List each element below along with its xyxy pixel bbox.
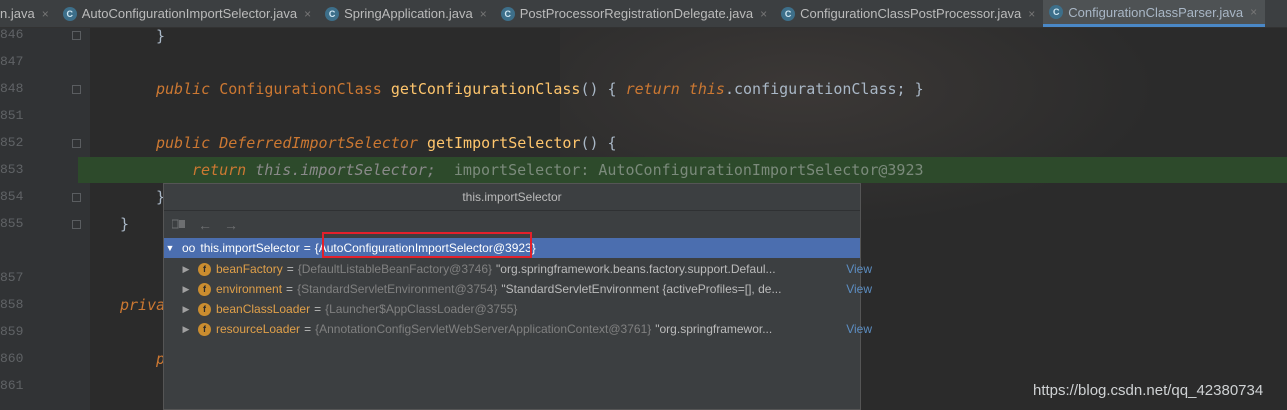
class-icon: C [1049, 5, 1064, 19]
fold-marker-icon[interactable] [72, 220, 81, 229]
line-number: 854 [0, 189, 24, 204]
forward-arrow-icon[interactable]: → [224, 217, 238, 233]
variable-name: beanFactory [216, 262, 283, 276]
code-line-858: priva [120, 296, 166, 314]
back-arrow-icon[interactable]: ← [198, 217, 212, 233]
popup-title: this.importSelector [164, 184, 860, 211]
code-line-852: public DeferredImportSelector getImportS… [156, 134, 617, 152]
variable-name: this.importSelector [200, 241, 300, 255]
close-icon[interactable]: × [304, 7, 311, 21]
tab-configurationclassparser[interactable]: C ConfigurationClassParser.java × [1043, 0, 1266, 27]
close-icon[interactable]: × [1250, 5, 1257, 19]
tree-row-resourceloader[interactable]: ▶ f resourceLoader = {AnnotationConfigSe… [164, 319, 876, 339]
field-icon: f [198, 302, 211, 316]
line-number: 852 [0, 135, 24, 150]
variable-name: beanClassLoader [216, 302, 311, 316]
tab-n-java[interactable]: n.java × [0, 0, 57, 27]
tree-row-environment[interactable]: ▶ f environment = {StandardServletEnviro… [164, 279, 876, 299]
expand-triangle-icon[interactable]: ▶ [180, 304, 192, 315]
close-icon[interactable]: × [480, 7, 487, 21]
tab-postprocessorregistrationdelegate[interactable]: C PostProcessorRegistrationDelegate.java… [495, 0, 775, 27]
line-number: 859 [0, 324, 24, 339]
tree-row-beanfactory[interactable]: ▶ f beanFactory = {DefaultListableBeanFa… [164, 259, 876, 279]
variable-name: environment [216, 282, 283, 296]
expand-triangle-icon[interactable]: ▶ [180, 264, 192, 275]
watermark-url: https://blog.csdn.net/qq_42380734 [1033, 382, 1264, 399]
class-icon: C [62, 6, 77, 21]
field-icon: f [198, 262, 211, 276]
glasses-icon: oo [182, 241, 196, 255]
equals-sign: = [304, 322, 312, 336]
tab-label: PostProcessorRegistrationDelegate.java [519, 6, 754, 21]
equals-sign: = [286, 262, 294, 276]
variable-name: resourceLoader [216, 322, 301, 336]
variable-value: {AnnotationConfigServletWebServerApplica… [315, 322, 652, 336]
debug-variable-popup[interactable]: this.importSelector ← → ▼ oo this.import… [163, 183, 872, 410]
line-number: 860 [0, 351, 24, 366]
fold-marker-icon[interactable] [72, 31, 81, 40]
watch-icon[interactable] [171, 217, 186, 233]
line-number: 848 [0, 81, 24, 96]
tab-label: ConfigurationClassPostProcessor.java [800, 6, 1022, 21]
line-number: 851 [0, 108, 24, 123]
tab-label: SpringApplication.java [344, 6, 473, 21]
annotation-highlight-box [322, 232, 532, 258]
code-line-855: } [120, 215, 130, 233]
tab-autoconfigurationimportselector[interactable]: C AutoConfigurationImportSelector.java × [57, 0, 319, 27]
tree-row-beanclassloader[interactable]: ▶ f beanClassLoader = {Launcher$AppClass… [164, 299, 876, 319]
collapse-triangle-icon[interactable]: ▼ [164, 243, 176, 253]
field-icon: f [198, 282, 211, 296]
class-icon: C [325, 6, 340, 21]
line-number: 855 [0, 216, 24, 231]
tab-configurationclasspostprocessor[interactable]: C ConfigurationClassPostProcessor.java × [775, 0, 1043, 27]
expand-triangle-icon[interactable]: ▶ [180, 284, 192, 295]
tab-label: AutoConfigurationImportSelector.java [81, 6, 298, 21]
view-link[interactable]: View [846, 262, 872, 276]
fold-marker-icon[interactable] [72, 193, 81, 202]
variable-string: "org.springframework.beans.factory.suppo… [496, 262, 776, 276]
fold-marker-icon[interactable] [72, 85, 81, 94]
line-number: 857 [0, 270, 24, 285]
equals-sign: = [286, 282, 294, 296]
line-number: 846 [0, 27, 24, 42]
class-icon: C [781, 6, 796, 21]
line-number: 847 [0, 54, 24, 69]
line-number: 853 [0, 162, 24, 177]
variable-string: "org.springframewor... [655, 322, 773, 336]
tab-springapplication[interactable]: C SpringApplication.java × [319, 0, 495, 27]
view-link[interactable]: View [846, 322, 872, 336]
line-number: 861 [0, 378, 24, 393]
view-link[interactable]: View [846, 282, 872, 296]
fold-marker-icon[interactable] [72, 139, 81, 148]
line-number: 858 [0, 297, 24, 312]
expand-triangle-icon[interactable]: ▶ [180, 324, 192, 335]
tab-label: n.java [0, 6, 35, 21]
code-line-846: } [156, 27, 166, 45]
close-icon[interactable]: × [42, 7, 49, 21]
variable-value: {DefaultListableBeanFactory@3746} [297, 262, 493, 276]
equals-sign: = [314, 302, 322, 316]
close-icon[interactable]: × [760, 7, 767, 21]
variable-value: {StandardServletEnvironment@3754} [297, 282, 498, 296]
variable-string: "StandardServletEnvironment {activeProfi… [501, 282, 782, 296]
equals-sign: = [303, 241, 311, 255]
tab-label: ConfigurationClassParser.java [1068, 4, 1244, 20]
code-line-848: public ConfigurationClass getConfigurati… [156, 80, 924, 98]
inline-debug-value: importSelector: AutoConfigurationImportS… [453, 161, 924, 179]
field-icon: f [198, 322, 211, 336]
class-icon: C [500, 6, 515, 21]
editor-tab-bar: n.java × C AutoConfigurationImportSelect… [0, 0, 1287, 28]
variable-value: {Launcher$AppClassLoader@3755} [325, 302, 518, 316]
code-line-853: return this.importSelector; importSelect… [192, 161, 924, 179]
close-icon[interactable]: × [1028, 7, 1035, 21]
